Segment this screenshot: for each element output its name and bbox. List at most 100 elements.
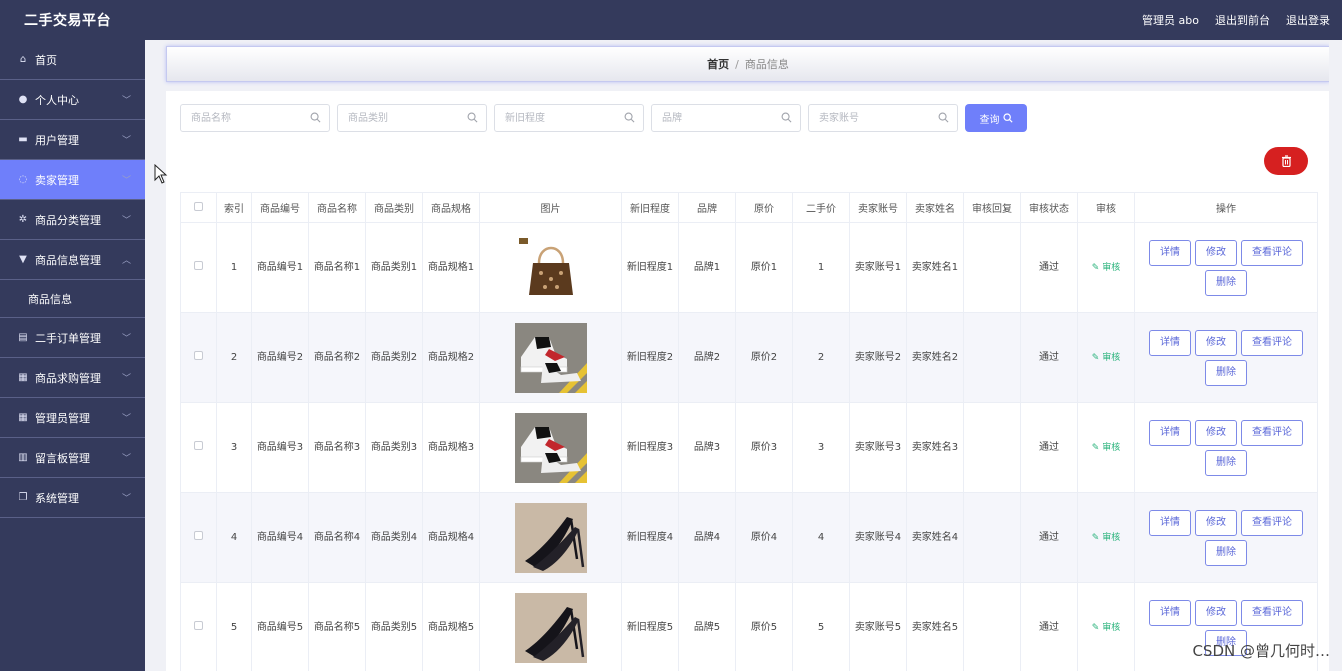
view-comments-button[interactable]: 查看评论 xyxy=(1241,239,1303,266)
top-bar-actions: 管理员 abo 退出到前台 退出登录 xyxy=(1142,12,1330,28)
review-link[interactable]: ✎ 审核 xyxy=(1092,533,1120,543)
detail-button[interactable]: 详情 xyxy=(1149,329,1191,356)
sidebar-item[interactable]: ✲ 商品分类管理 ﹀ xyxy=(0,200,145,240)
view-comments-button[interactable]: 查看评论 xyxy=(1241,509,1303,536)
cell-status: 通过 xyxy=(1020,492,1078,583)
cell-acct: 卖家账号5 xyxy=(849,582,907,671)
cell-status: 通过 xyxy=(1020,312,1078,403)
search-input[interactable] xyxy=(652,105,772,131)
cell-status: 通过 xyxy=(1020,222,1078,313)
detail-button[interactable]: 详情 xyxy=(1149,509,1191,536)
sidebar-item[interactable]: ● 个人中心 ﹀ xyxy=(0,80,145,120)
sidebar-item-label: 商品求购管理 xyxy=(35,371,101,385)
sidebar-item-label: 首页 xyxy=(35,53,57,67)
cell-seller: 卖家姓名4 xyxy=(906,492,964,583)
query-button[interactable]: 查询 xyxy=(965,104,1027,132)
chevron-down-icon: ﹀ xyxy=(121,454,131,464)
column-header: 审核回复 xyxy=(963,192,1021,223)
sidebar-item[interactable]: ▬ 用户管理 ﹀ xyxy=(0,120,145,160)
cell-status: 通过 xyxy=(1020,402,1078,493)
cell-status: 通过 xyxy=(1020,582,1078,671)
edit-button[interactable]: 修改 xyxy=(1195,509,1237,536)
edit-button[interactable]: 修改 xyxy=(1195,239,1237,266)
sidebar-subitem-goods-info[interactable]: 商品信息 xyxy=(0,280,145,318)
cell-spec: 商品规格4 xyxy=(422,492,480,583)
delete-button[interactable]: 删除 xyxy=(1205,449,1247,476)
to-front-link[interactable]: 退出到前台 xyxy=(1215,12,1270,28)
sidebar-item[interactable]: ▼ 商品信息管理 ︿ xyxy=(0,240,145,280)
cell-seller: 卖家姓名5 xyxy=(906,582,964,671)
cell-orig: 原价4 xyxy=(735,492,793,583)
cell-acct: 卖家账号2 xyxy=(849,312,907,403)
delete-button[interactable]: 删除 xyxy=(1205,359,1247,386)
actions-cell: 详情 修改 查看评论删除 xyxy=(1134,492,1318,583)
view-comments-button[interactable]: 查看评论 xyxy=(1241,329,1303,356)
image-cell xyxy=(479,492,622,583)
sidebar-item-label: 系统管理 xyxy=(35,491,79,505)
batch-delete-button[interactable] xyxy=(1264,147,1308,175)
edit-button[interactable]: 修改 xyxy=(1195,329,1237,356)
pin-icon: ▼ xyxy=(19,254,27,265)
view-comments-button[interactable]: 查看评论 xyxy=(1241,419,1303,446)
review-link[interactable]: ✎ 审核 xyxy=(1092,263,1120,273)
row-checkbox[interactable] xyxy=(194,260,203,270)
breadcrumb-current: 商品信息 xyxy=(744,58,789,71)
scroll-gutter xyxy=(1329,40,1342,671)
breadcrumb-home[interactable]: 首页 xyxy=(707,56,729,72)
edit-button[interactable]: 修改 xyxy=(1195,419,1237,446)
cell-index: 1 xyxy=(216,222,252,313)
sidebar-item[interactable]: ▤ 二手订单管理 ﹀ xyxy=(0,318,145,358)
sidebar-item-label: 二手订单管理 xyxy=(35,331,101,345)
cell-cond: 新旧程度5 xyxy=(621,582,679,671)
detail-button[interactable]: 详情 xyxy=(1149,419,1191,446)
row-checkbox[interactable] xyxy=(194,530,203,540)
delete-button[interactable]: 删除 xyxy=(1205,539,1247,566)
cell-name: 商品名称3 xyxy=(308,402,366,493)
chevron-down-icon: ﹀ xyxy=(121,96,131,106)
search-input[interactable] xyxy=(495,105,615,131)
review-link[interactable]: ✎ 审核 xyxy=(1092,353,1120,363)
sidebar-item[interactable]: ▦ 管理员管理 ﹀ xyxy=(0,398,145,438)
sidebar-item[interactable]: ❐ 系统管理 ﹀ xyxy=(0,478,145,518)
search-input[interactable] xyxy=(338,105,458,131)
search-input[interactable] xyxy=(809,105,929,131)
detail-button[interactable]: 详情 xyxy=(1149,239,1191,266)
chevron-down-icon: ﹀ xyxy=(121,414,131,424)
row-checkbox[interactable] xyxy=(194,350,203,360)
column-header: 商品编号 xyxy=(251,192,309,223)
sidebar-item[interactable]: ◌ 卖家管理 ﹀ xyxy=(0,160,145,200)
actions-cell: 详情 修改 查看评论删除 xyxy=(1134,222,1318,313)
image-cell xyxy=(479,222,622,313)
chevron-down-icon: ﹀ xyxy=(121,374,131,384)
sidebar-item-label: 用户管理 xyxy=(35,133,79,147)
review-link[interactable]: ✎ 审核 xyxy=(1092,623,1120,633)
search-field xyxy=(808,104,958,132)
sidebar-item[interactable]: ▦ 商品求购管理 ﹀ xyxy=(0,358,145,398)
column-header: 图片 xyxy=(479,192,622,223)
cell-price: 1 xyxy=(792,222,850,313)
chevron-down-icon: ﹀ xyxy=(121,176,131,186)
chevron-down-icon: ﹀ xyxy=(121,494,131,504)
search-input[interactable] xyxy=(181,105,301,131)
row-checkbox[interactable] xyxy=(194,620,203,630)
table-row: 3 商品编号3 商品名称3 商品类别3 商品规格3 新旧程度3 品牌3 原价3 3 卖家账号3 卖家… xyxy=(180,402,1318,493)
delete-button[interactable]: 删除 xyxy=(1205,269,1247,296)
review-link-label: 审核 xyxy=(1102,622,1121,633)
search-icon xyxy=(1002,113,1013,123)
cell-seller: 卖家姓名2 xyxy=(906,312,964,403)
sidebar-item[interactable]: ⌂ 首页 xyxy=(0,40,145,80)
table-row: 4 商品编号4 商品名称4 商品类别4 商品规格4 新旧程度4 品牌4 原价4 4 卖家账号4 卖家… xyxy=(180,492,1318,583)
row-checkbox[interactable] xyxy=(194,440,203,450)
edit-button[interactable]: 修改 xyxy=(1195,599,1237,626)
review-link-label: 审核 xyxy=(1102,442,1121,453)
sidebar-item[interactable]: ▥ 留言板管理 ﹀ xyxy=(0,438,145,478)
logout-link[interactable]: 退出登录 xyxy=(1286,12,1330,28)
content-panel: 查询 索引商品编号商品名称商品类别商品规格图片新旧程度品牌原价二手价卖家账号卖家… xyxy=(166,91,1329,671)
review-link[interactable]: ✎ 审核 xyxy=(1092,443,1120,453)
cell-cond: 新旧程度4 xyxy=(621,492,679,583)
detail-button[interactable]: 详情 xyxy=(1149,599,1191,626)
product-image xyxy=(514,412,587,483)
view-comments-button[interactable]: 查看评论 xyxy=(1241,599,1303,626)
select-all-checkbox[interactable] xyxy=(194,201,203,211)
cell-brand: 品牌1 xyxy=(678,222,736,313)
